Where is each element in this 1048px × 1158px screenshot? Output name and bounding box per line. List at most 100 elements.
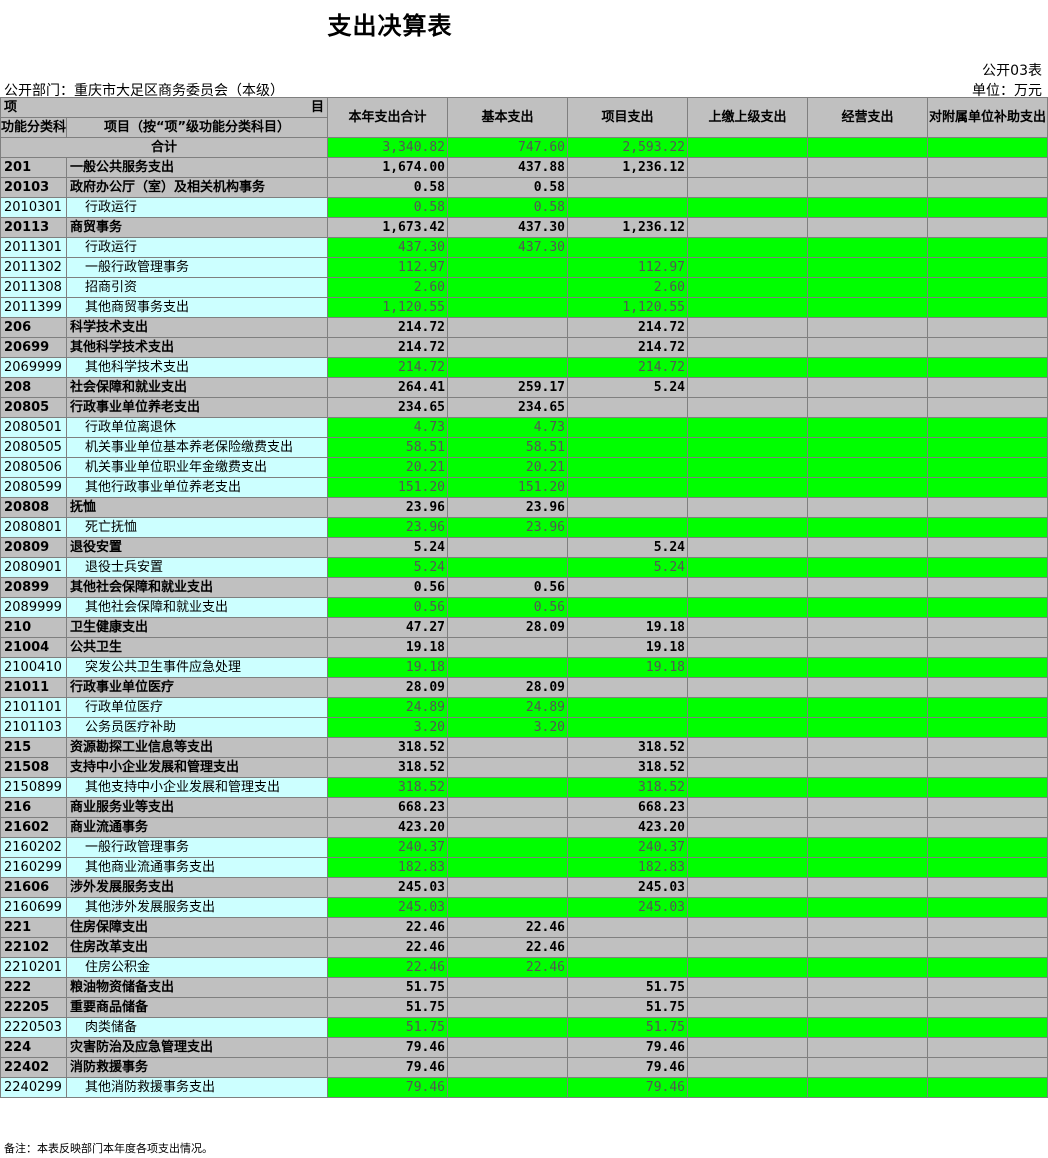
row-value	[567, 697, 689, 718]
row-value: 0.56	[327, 597, 449, 618]
table-row: 222 粮油物资储备支出 51.75 51.75	[0, 977, 1048, 998]
row-value	[807, 477, 929, 498]
row-value	[927, 1077, 1048, 1098]
row-value	[807, 937, 929, 958]
row-value	[687, 217, 809, 238]
row-value: 214.72	[567, 317, 689, 338]
table-row: 20699 其他科学技术支出 214.72 214.72	[0, 337, 1048, 358]
row-value	[447, 997, 569, 1018]
row-value: 668.23	[567, 797, 689, 818]
row-name: 其他社会保障和就业支出	[65, 597, 329, 618]
table-row: 216 商业服务业等支出 668.23 668.23	[0, 797, 1048, 818]
row-value	[807, 357, 929, 378]
row-name: 卫生健康支出	[65, 617, 329, 638]
row-value	[927, 697, 1048, 718]
row-value	[687, 157, 809, 178]
row-name: 一般公共服务支出	[65, 157, 329, 178]
row-value: 437.88	[447, 157, 569, 178]
row-value: 437.30	[447, 237, 569, 258]
row-value	[447, 1057, 569, 1078]
total-value: 747.60	[447, 137, 569, 158]
row-value	[927, 717, 1048, 738]
row-value	[807, 457, 929, 478]
row-value	[807, 317, 929, 338]
row-name: 涉外发展服务支出	[65, 877, 329, 898]
table-row: 208 社会保障和就业支出 264.41 259.17 5.24	[0, 377, 1048, 398]
row-value	[567, 457, 689, 478]
row-value: 0.58	[327, 177, 449, 198]
table-row: 21004 公共卫生 19.18 19.18	[0, 637, 1048, 658]
row-value: 22.46	[447, 937, 569, 958]
table-row: 215 资源勘探工业信息等支出 318.52 318.52	[0, 737, 1048, 758]
row-value	[687, 677, 809, 698]
row-value	[927, 517, 1048, 538]
row-value	[687, 1037, 809, 1058]
row-value	[687, 1077, 809, 1098]
row-value	[927, 157, 1048, 178]
row-code: 22102	[0, 937, 67, 958]
row-value: 1,673.42	[327, 217, 449, 238]
row-value: 19.18	[567, 637, 689, 658]
row-value	[567, 577, 689, 598]
row-value: 214.72	[327, 317, 449, 338]
row-value: 259.17	[447, 377, 569, 398]
row-value: 318.52	[567, 777, 689, 798]
row-value: 668.23	[327, 797, 449, 818]
table-row: 2101101 行政单位医疗 24.89 24.89	[0, 697, 1048, 718]
row-value	[927, 257, 1048, 278]
table-row: 20113 商贸事务 1,673.42 437.30 1,236.12	[0, 217, 1048, 238]
row-name: 退役士兵安置	[65, 557, 329, 578]
row-value: 51.75	[327, 977, 449, 998]
row-value	[687, 717, 809, 738]
row-value	[807, 677, 929, 698]
row-code: 222	[0, 977, 67, 998]
row-value	[927, 817, 1048, 838]
row-value	[807, 657, 929, 678]
row-value	[807, 297, 929, 318]
row-value: 437.30	[447, 217, 569, 238]
row-code: 20699	[0, 337, 67, 358]
table-row: 2150899 其他支持中小企业发展和管理支出 318.52 318.52	[0, 777, 1048, 798]
row-value	[927, 577, 1048, 598]
row-value	[927, 177, 1048, 198]
row-code: 22205	[0, 997, 67, 1018]
row-value	[567, 397, 689, 418]
row-value: 23.96	[327, 497, 449, 518]
row-value	[447, 737, 569, 758]
row-value	[567, 597, 689, 618]
row-value	[567, 237, 689, 258]
row-value	[807, 177, 929, 198]
table-row: 21606 涉外发展服务支出 245.03 245.03	[0, 877, 1048, 898]
row-value: 0.58	[327, 197, 449, 218]
row-name: 一般行政管理事务	[65, 837, 329, 858]
row-name: 其他消防救援事务支出	[65, 1077, 329, 1098]
row-name: 行政事业单位养老支出	[65, 397, 329, 418]
row-value	[447, 797, 569, 818]
row-value: 214.72	[327, 357, 449, 378]
row-name: 住房改革支出	[65, 937, 329, 958]
row-value	[927, 797, 1048, 818]
row-value	[687, 477, 809, 498]
row-name: 其他行政事业单位养老支出	[65, 477, 329, 498]
row-code: 2150899	[0, 777, 67, 798]
row-value	[567, 177, 689, 198]
row-value	[687, 557, 809, 578]
row-value: 3.20	[327, 717, 449, 738]
row-value: 5.24	[567, 377, 689, 398]
row-value	[447, 317, 569, 338]
row-code: 21602	[0, 817, 67, 838]
row-value	[447, 777, 569, 798]
row-value	[687, 577, 809, 598]
row-value	[927, 657, 1048, 678]
row-code: 2160699	[0, 897, 67, 918]
header-col-basic: 基本支出	[447, 97, 569, 138]
row-value	[687, 817, 809, 838]
row-code: 2011399	[0, 297, 67, 318]
row-value	[687, 437, 809, 458]
table-row: 2101103 公务员医疗补助 3.20 3.20	[0, 717, 1048, 738]
row-value: 4.73	[327, 417, 449, 438]
row-value: 22.46	[327, 917, 449, 938]
row-name: 其他科学技术支出	[65, 337, 329, 358]
row-value	[927, 1057, 1048, 1078]
row-value	[807, 337, 929, 358]
